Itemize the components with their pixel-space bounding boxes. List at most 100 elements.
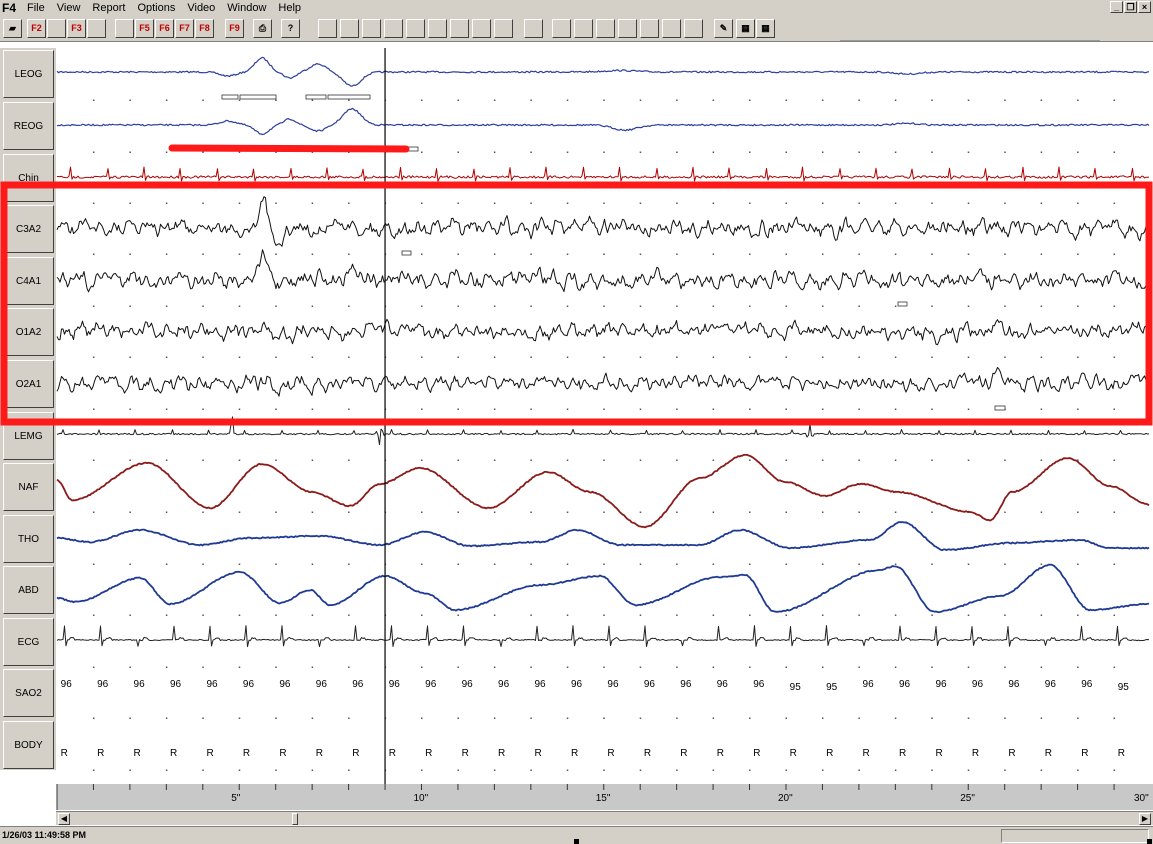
grid-dot [894, 666, 897, 668]
grid-dot [202, 666, 204, 668]
grid-dot [311, 614, 314, 616]
grid-dot [238, 202, 241, 204]
grid-dot [493, 99, 496, 101]
grid-dot [785, 356, 787, 358]
grid-dot [894, 717, 897, 719]
grid-dot [493, 356, 496, 358]
grid-dot [967, 563, 970, 565]
grid-dot [1077, 769, 1079, 771]
grid-dot [165, 356, 168, 358]
grid-dot [421, 666, 423, 668]
grid-dot [821, 459, 824, 461]
scroll-thumb[interactable] [292, 813, 298, 825]
grid-dot [1113, 151, 1116, 153]
grid-dot [275, 305, 277, 307]
grid-dot [967, 408, 970, 410]
grid-dot [1040, 614, 1043, 616]
grid-dot [275, 356, 277, 358]
grid-dot [493, 202, 496, 204]
grid-dot [785, 666, 787, 668]
grid-dot [894, 769, 897, 771]
grid-dot [202, 717, 204, 719]
signal-plot[interactable]: 96 96 96 96 96 96 96 96 96 96 96 96 96 96 96 96 96 96 96 96… [0, 0, 1153, 844]
grid-dot [749, 356, 751, 358]
grid-dot [348, 769, 350, 771]
grid-dot [639, 563, 642, 565]
grid-dot [92, 151, 95, 153]
sao2-value: 95 [826, 682, 838, 693]
grid-dot [165, 614, 168, 616]
event-marker [239, 94, 277, 100]
grid-dot [311, 356, 314, 358]
scroll-right-icon[interactable]: ▶ [1139, 813, 1151, 825]
grid-dot [202, 305, 204, 307]
grid-dot [785, 717, 787, 719]
sao2-value: 96 [935, 679, 947, 690]
grid-dot [858, 253, 860, 255]
body-position-value: R [534, 748, 541, 759]
grid-dot [749, 202, 751, 204]
grid-dot [421, 99, 423, 101]
grid-dot [1040, 99, 1043, 101]
grid-dot [1077, 511, 1079, 513]
grid-dot [1040, 305, 1043, 307]
grid-dot [858, 563, 860, 565]
grid-dot [749, 563, 751, 565]
grid-dot [457, 769, 459, 771]
grid-dot [821, 99, 824, 101]
grid-dot [603, 253, 605, 255]
grid-dot [1077, 99, 1079, 101]
sao2-value: 96 [316, 679, 328, 690]
grid-dot [821, 769, 824, 771]
horizontal-scrollbar[interactable]: ◀ ▶ [56, 811, 1153, 825]
grid-dot [457, 151, 459, 153]
grid-dot [202, 99, 204, 101]
grid-dot [92, 666, 95, 668]
body-position-value: R [243, 748, 250, 759]
scroll-left-icon[interactable]: ◀ [58, 813, 70, 825]
grid-dot [129, 614, 131, 616]
grid-dot [785, 253, 787, 255]
grid-dot [92, 511, 95, 513]
grid-dot [603, 511, 605, 513]
grid-dot [530, 614, 532, 616]
sao2-value: 96 [425, 679, 437, 690]
grid-dot [1040, 356, 1043, 358]
grid-dot [566, 769, 569, 771]
grid-dot [493, 151, 496, 153]
grid-dot [92, 305, 95, 307]
body-position-value: R [1008, 748, 1015, 759]
grid-dot [348, 511, 350, 513]
grid-dot [1040, 717, 1043, 719]
body-position-value: R [498, 748, 505, 759]
grid-dot [894, 253, 897, 255]
body-position-value: R [644, 748, 651, 759]
grid-dot [566, 563, 569, 565]
grid-dot [530, 459, 532, 461]
grid-dot [238, 563, 241, 565]
body-position-value: R [863, 748, 870, 759]
grid-dot [858, 356, 860, 358]
grid-dot [530, 305, 532, 307]
grid-dot [275, 511, 277, 513]
grid-dot [493, 408, 496, 410]
grid-dot [931, 717, 933, 719]
grid-dot [639, 769, 642, 771]
grid-dot [712, 356, 715, 358]
grid-dot [348, 459, 350, 461]
grid-dot [603, 614, 605, 616]
grid-dot [749, 99, 751, 101]
body-position-value: R [753, 748, 760, 759]
grid-dot [457, 563, 459, 565]
grid-dot [457, 253, 459, 255]
body-position-value: R [134, 748, 141, 759]
grid-dot [858, 99, 860, 101]
body-position-value: R [316, 748, 323, 759]
grid-dot [238, 459, 241, 461]
grid-dot [931, 666, 933, 668]
grid-dot [712, 717, 715, 719]
grid-dot [457, 459, 459, 461]
grid-dot [1004, 202, 1006, 204]
grid-dot [129, 666, 131, 668]
grid-dot [566, 459, 569, 461]
